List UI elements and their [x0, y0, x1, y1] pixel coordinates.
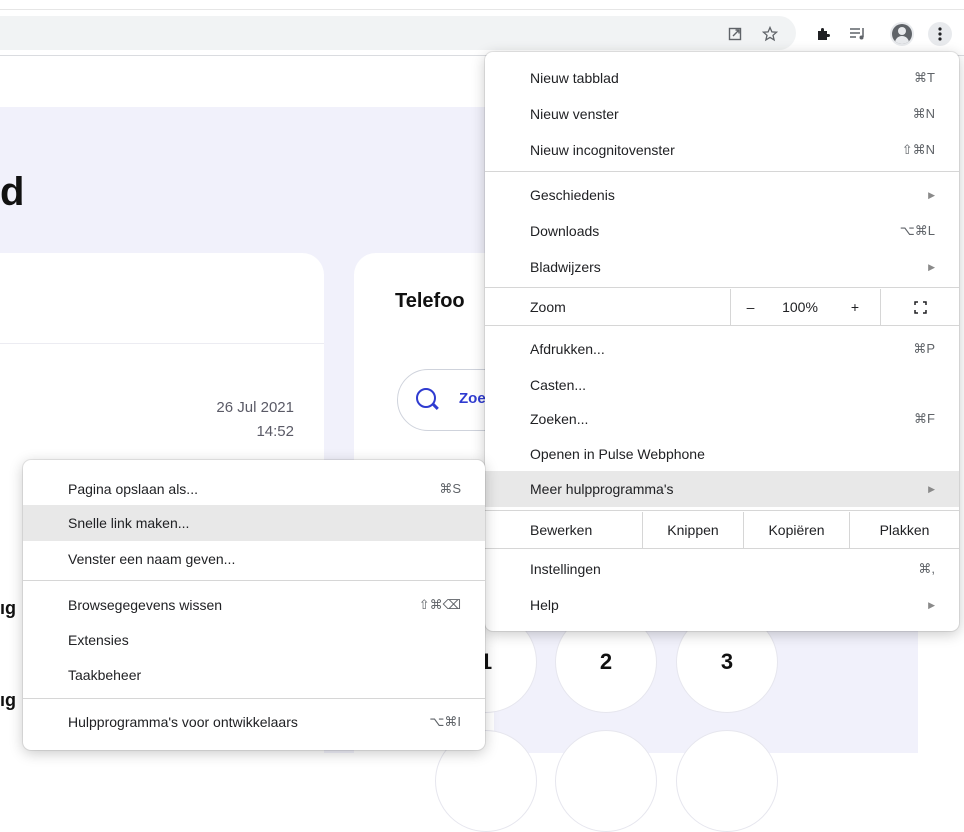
- submenu-item-task-manager[interactable]: Taakbeheer: [23, 657, 485, 693]
- menu-item-label: Hulpprogramma's voor ontwikkelaars: [68, 714, 298, 730]
- menu-item-label: Meer hulpprogramma's: [530, 481, 674, 497]
- submenu-arrow-icon: ▶: [928, 599, 935, 610]
- profile-icon[interactable]: [890, 22, 914, 46]
- reading-list-icon[interactable]: [846, 22, 870, 46]
- contact-name-fragment: ıg: [0, 598, 16, 618]
- menu-shortcut: ⌘F: [914, 411, 935, 426]
- menu-item-label: Afdrukken...: [530, 341, 605, 357]
- submenu-item-quick-link[interactable]: Snelle link maken...: [23, 505, 485, 541]
- menu-item-label: Snelle link maken...: [68, 515, 190, 531]
- fullscreen-button[interactable]: [880, 289, 959, 325]
- fullscreen-icon: [913, 300, 927, 314]
- menu-item-print[interactable]: Afdrukken... ⌘P: [485, 331, 959, 367]
- menu-shortcut: ⌘P: [913, 341, 935, 356]
- menu-item-new-incognito[interactable]: Nieuw incognitovenster ⇧⌘N: [485, 132, 959, 168]
- menu-item-bookmarks[interactable]: Bladwijzers ▶: [485, 249, 959, 285]
- edit-label: Bewerken: [530, 522, 593, 538]
- search-icon: [416, 388, 436, 408]
- menu-separator: [485, 171, 959, 172]
- zoom-in-button[interactable]: +: [830, 289, 880, 325]
- share-icon[interactable]: [723, 22, 747, 46]
- menu-item-label: Venster een naam geven...: [68, 551, 236, 567]
- submenu-item-save-page[interactable]: Pagina opslaan als... ⌘S: [23, 471, 485, 507]
- menu-item-label: Casten...: [530, 377, 587, 393]
- extensions-icon[interactable]: [811, 22, 835, 46]
- dialpad-key-5[interactable]: [555, 730, 657, 832]
- menu-shortcut: ⌥⌘L: [899, 223, 935, 238]
- menu-item-label: Help: [530, 597, 559, 613]
- menu-shortcut: ⌘T: [914, 70, 935, 85]
- page-heading: d: [0, 170, 25, 214]
- menu-separator: [485, 325, 959, 326]
- menu-item-open-in-pulse[interactable]: Openen in Pulse Webphone: [485, 436, 959, 472]
- menu-item-downloads[interactable]: Downloads ⌥⌘L: [485, 213, 959, 249]
- menu-item-label: Nieuw tabblad: [530, 70, 619, 86]
- menu-zoom-row: Zoom – 100% +: [485, 289, 959, 325]
- menu-separator: [485, 510, 959, 511]
- menu-edit-row: Bewerken Knippen Kopiëren Plakken: [485, 512, 959, 548]
- call-date: 26 Jul 2021: [216, 399, 294, 416]
- menu-shortcut: ⌘S: [439, 481, 461, 496]
- zoom-value: 100%: [782, 299, 818, 315]
- menu-separator: [23, 580, 485, 581]
- menu-separator: [23, 698, 485, 699]
- menu-item-history[interactable]: Geschiedenis ▶: [485, 177, 959, 213]
- menu-shortcut: ⌥⌘I: [429, 714, 461, 729]
- menu-item-label: Downloads: [530, 223, 600, 239]
- bookmark-star-icon[interactable]: [758, 22, 782, 46]
- menu-item-label: Nieuw venster: [530, 106, 619, 122]
- menu-item-more-tools[interactable]: Meer hulpprogramma's ▶: [485, 471, 959, 507]
- menu-item-label: Extensies: [68, 632, 129, 648]
- dialpad-key-6[interactable]: [676, 730, 778, 832]
- copy-button[interactable]: Kopiëren: [743, 512, 849, 548]
- menu-item-cast[interactable]: Casten...: [485, 367, 959, 403]
- browser-main-menu: Nieuw tabblad ⌘T Nieuw venster ⌘N Nieuw …: [485, 52, 959, 631]
- address-bar[interactable]: [0, 16, 796, 50]
- menu-item-new-tab[interactable]: Nieuw tabblad ⌘T: [485, 60, 959, 96]
- menu-item-label: Geschiedenis: [530, 187, 615, 203]
- submenu-item-name-window[interactable]: Venster een naam geven...: [23, 541, 485, 577]
- card-divider: [0, 343, 324, 344]
- menu-shortcut: ⇧⌘⌫: [418, 597, 461, 612]
- menu-item-settings[interactable]: Instellingen ⌘,: [485, 551, 959, 587]
- menu-item-label: Instellingen: [530, 561, 601, 577]
- cut-button[interactable]: Knippen: [642, 512, 743, 548]
- menu-item-label: Browsegegevens wissen: [68, 597, 223, 613]
- menu-item-label: Bladwijzers: [530, 259, 601, 275]
- submenu-item-dev-tools[interactable]: Hulpprogramma's voor ontwikkelaars ⌥⌘I: [23, 704, 485, 740]
- menu-shortcut: ⌘,: [918, 561, 935, 576]
- menu-item-find[interactable]: Zoeken... ⌘F: [485, 401, 959, 437]
- menu-item-new-window[interactable]: Nieuw venster ⌘N: [485, 96, 959, 132]
- menu-separator: [485, 287, 959, 288]
- menu-shortcut: ⌘N: [912, 106, 935, 121]
- call-timestamp: 26 Jul 2021 14:52: [216, 396, 294, 444]
- call-time: 14:52: [256, 423, 294, 440]
- menu-item-help[interactable]: Help ▶: [485, 587, 959, 623]
- avatar: [892, 24, 912, 44]
- zoom-label: Zoom: [530, 299, 566, 315]
- submenu-arrow-icon: ▶: [928, 483, 935, 494]
- submenu-arrow-icon: ▶: [928, 261, 935, 272]
- menu-separator: [485, 548, 959, 549]
- tab-strip: [0, 0, 964, 10]
- phone-card-title: Telefoo: [395, 290, 465, 312]
- more-vertical-icon[interactable]: [928, 22, 952, 46]
- menu-item-label: Openen in Pulse Webphone: [530, 446, 705, 462]
- menu-item-label: Taakbeheer: [68, 667, 142, 683]
- submenu-item-extensions[interactable]: Extensies: [23, 622, 485, 658]
- search-placeholder: Zoe: [459, 390, 486, 407]
- browser-toolbar: [0, 10, 964, 56]
- menu-item-label: Nieuw incognitovenster: [530, 142, 675, 158]
- menu-item-label: Zoeken...: [530, 411, 589, 427]
- paste-button[interactable]: Plakken: [849, 512, 959, 548]
- zoom-out-button[interactable]: –: [730, 289, 770, 325]
- menu-item-label: Pagina opslaan als...: [68, 481, 198, 497]
- submenu-arrow-icon: ▶: [928, 189, 935, 200]
- menu-shortcut: ⇧⌘N: [901, 142, 935, 157]
- submenu-item-clear-data[interactable]: Browsegegevens wissen ⇧⌘⌫: [23, 587, 485, 623]
- more-tools-submenu: Pagina opslaan als... ⌘S Snelle link mak…: [23, 460, 485, 750]
- contact-name-fragment-2: ıg: [0, 690, 16, 710]
